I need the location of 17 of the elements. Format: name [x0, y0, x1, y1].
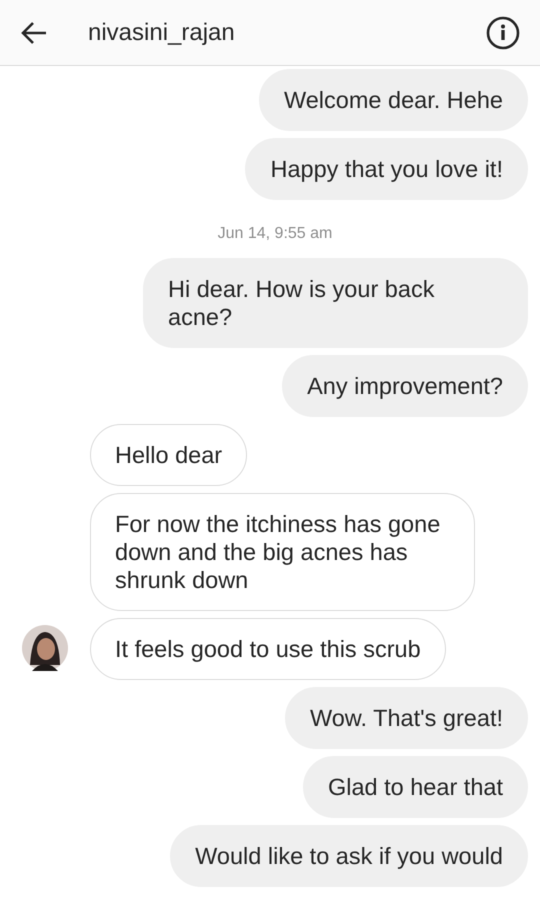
- chat-title: nivasini_rajan: [88, 18, 236, 46]
- message-bubble: Glad to hear that: [302, 756, 528, 818]
- message-bubble: Hi dear. How is your back acne?: [143, 258, 528, 348]
- avatar: [22, 625, 68, 671]
- message-bubble: Any improvement?: [282, 355, 528, 417]
- message-bubble: Hello dear: [90, 424, 248, 486]
- message-bubble: It feels good to use this scrub: [90, 618, 446, 680]
- message-bubble: Wow. That's great!: [284, 687, 528, 749]
- message-bubble: Would like to ask if you would: [170, 825, 528, 887]
- info-button[interactable]: [486, 16, 520, 50]
- message-bubble: For now the itchiness has gone down and the big acnes has shrunk down: [90, 493, 475, 611]
- back-button[interactable]: [20, 20, 48, 44]
- timestamp: Jun 14, 9:55 am: [216, 224, 334, 244]
- info-icon: [486, 16, 520, 50]
- message-bubble: Happy that you love it!: [245, 138, 528, 200]
- back-arrow-icon: [20, 20, 48, 44]
- message-bubble: Welcome dear. Hehe: [258, 69, 528, 131]
